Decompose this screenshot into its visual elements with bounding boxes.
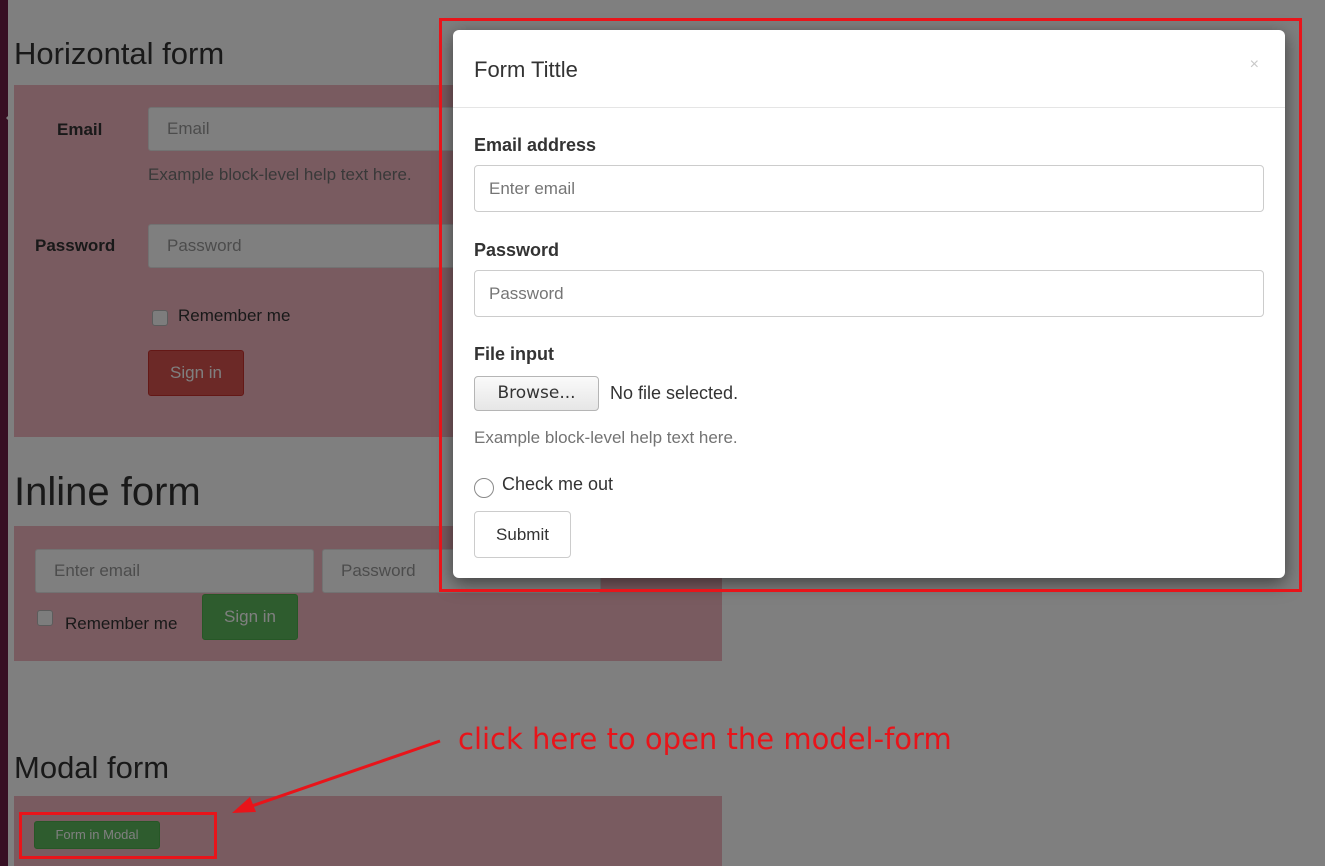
modal-highlight-box	[439, 18, 1302, 592]
button-highlight-box	[19, 812, 217, 859]
annotation-text: click here to open the model-form	[458, 722, 952, 756]
